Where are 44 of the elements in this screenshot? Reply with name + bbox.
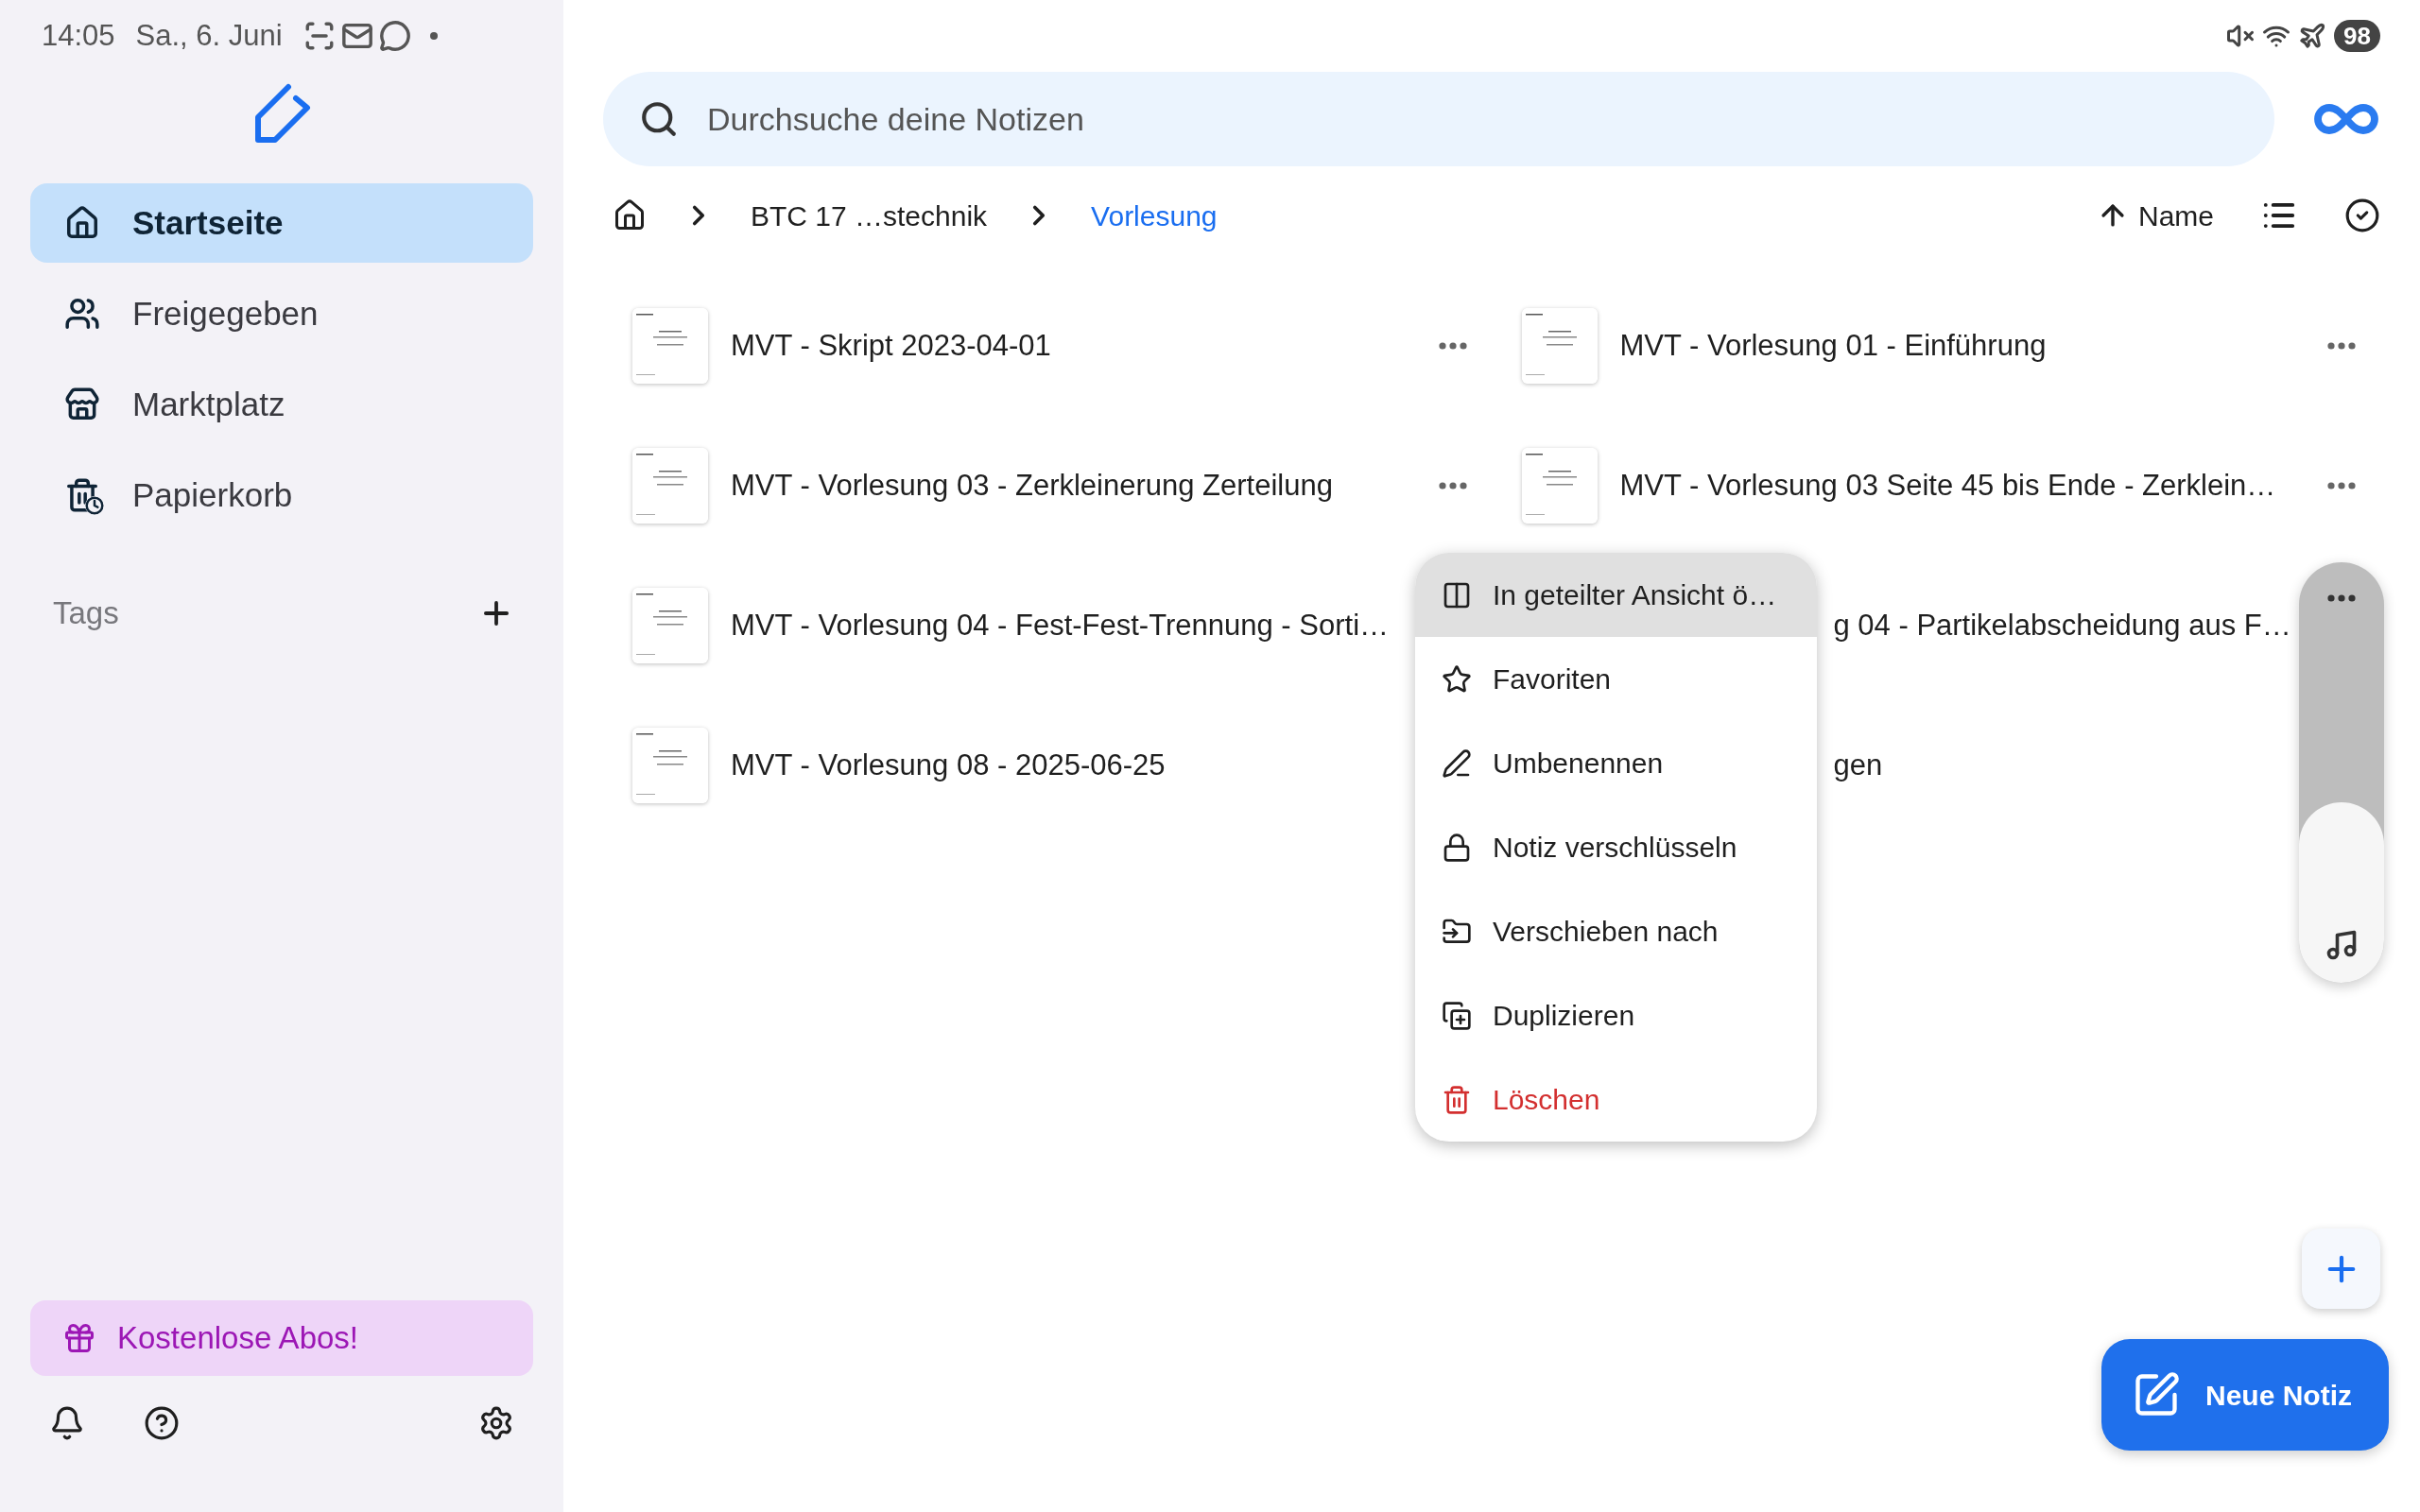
- music-note-icon: [2325, 928, 2359, 962]
- sidebar-item[interactable]: Marktplatz: [30, 365, 533, 444]
- menu-item[interactable]: In geteilter Ansicht ö…: [1415, 553, 1817, 637]
- note-title[interactable]: MVT - Vorlesung 03 Seite 45 bis Ende - Zerklein…: [1619, 463, 2276, 508]
- status-date: Sa., 6. Juni: [135, 17, 283, 54]
- more-icon: [2327, 594, 2356, 602]
- search-field[interactable]: Durchsuche deine Notizen: [603, 72, 2274, 166]
- sidebar-item[interactable]: Startseite: [30, 183, 533, 263]
- chat-icon: [378, 20, 411, 52]
- menu-item[interactable]: Duplizieren: [1415, 973, 1817, 1057]
- status-time: 14:05: [42, 17, 115, 54]
- store-icon: [64, 387, 100, 422]
- promo-button[interactable]: Kostenlose Abos!: [30, 1300, 533, 1376]
- gift-icon: [62, 1321, 96, 1355]
- note-title[interactable]: MVT - Vorlesung 08 - 2025-06-25: [731, 743, 1166, 788]
- lock-icon: [1442, 832, 1472, 863]
- sidebar-item[interactable]: Freigegeben: [30, 274, 533, 353]
- battery-level: 98: [2334, 20, 2380, 52]
- note-title[interactable]: MVT - Vorlesung 04 - Fest-Fest-Trennung - Sorti…: [731, 603, 1390, 648]
- new-note-button[interactable]: Neue Notiz: [2101, 1339, 2389, 1451]
- menu-item[interactable]: Verschieben nach: [1415, 889, 1817, 973]
- star-icon: [1442, 663, 1472, 695]
- note-title[interactable]: MVT - Vorlesung 03 - Zerkleinerung Zerteilung: [731, 463, 1333, 508]
- breadcrumb-link[interactable]: Vorlesung: [1091, 194, 1218, 237]
- home-icon: [64, 205, 100, 241]
- note-title[interactable]: MVT - Vorlesung 01 - Einführung: [1619, 323, 2047, 369]
- search-icon: [639, 99, 679, 139]
- pen-icon: [1442, 747, 1472, 779]
- trash-icon: [1442, 1084, 1472, 1115]
- sidebar-item[interactable]: Papierkorb: [30, 455, 533, 535]
- note-title[interactable]: MVT - Skript 2023-04-01: [731, 323, 1051, 369]
- airplane-icon: [2298, 22, 2327, 50]
- menu-item[interactable]: Favoriten: [1415, 637, 1817, 721]
- menu-item[interactable]: Notiz verschlüsseln: [1415, 805, 1817, 889]
- note-title[interactable]: gen: [1833, 743, 1883, 788]
- volume-slider[interactable]: [2299, 562, 2384, 983]
- menu-item[interactable]: Löschen: [1415, 1057, 1817, 1142]
- people-icon: [64, 296, 100, 332]
- tags-heading: Tags: [53, 594, 119, 632]
- note-title[interactable]: g 04 - Partikelabscheidung aus F…: [1833, 603, 2291, 648]
- sort-button[interactable]: Name: [2096, 194, 2214, 237]
- duplicate-icon: [1442, 1000, 1472, 1031]
- menu-item[interactable]: Umbenennen: [1415, 721, 1817, 805]
- breadcrumb-link[interactable]: BTC 17 …stechnik: [751, 194, 988, 237]
